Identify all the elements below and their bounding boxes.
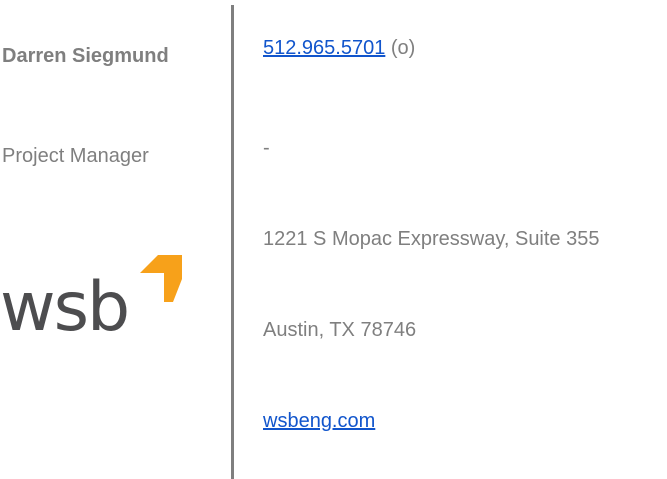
website-row: wsbeng.com xyxy=(263,410,375,433)
wsb-logo-text: wsb xyxy=(0,268,128,333)
website-link[interactable]: wsbeng.com xyxy=(263,410,375,432)
wsb-logo: wsb xyxy=(0,255,182,333)
phone-row: 512.965.5701 (o) xyxy=(263,37,415,60)
address-line-2: Austin, TX 78746 xyxy=(263,319,417,341)
secondary-phone-placeholder: - xyxy=(263,137,270,159)
wsb-logo-arrow-icon xyxy=(140,255,182,302)
address-line-1: 1221 S Mopac Expressway, Suite 355 xyxy=(263,228,600,250)
phone-type-label: (o) xyxy=(385,37,416,59)
contact-name: Darren Siegmund xyxy=(2,45,169,67)
vertical-divider xyxy=(231,5,234,479)
phone-link[interactable]: 512.965.5701 xyxy=(263,37,385,59)
contact-title: Project Manager xyxy=(2,145,149,167)
